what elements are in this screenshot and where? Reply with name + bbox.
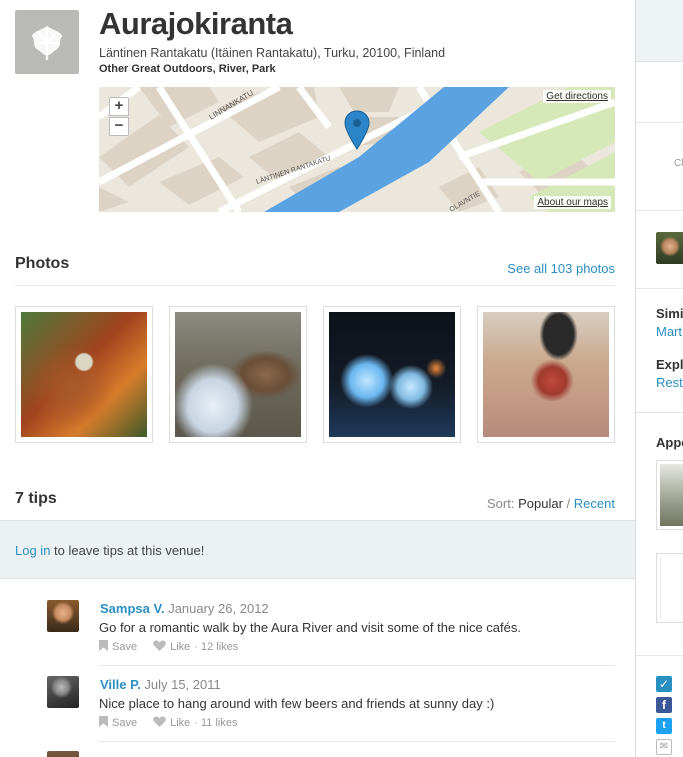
tip-author-link[interactable]: Ville P. <box>100 677 141 692</box>
divider <box>636 412 683 413</box>
sort-popular[interactable]: Popular <box>518 496 563 511</box>
tip-actions: Save Like · 11 likes <box>99 716 237 730</box>
sidebar-header <box>636 0 683 62</box>
list-thumbnail[interactable] <box>656 553 683 623</box>
explore-link[interactable]: Rest <box>656 375 683 390</box>
sidebar: Cl Simi Mart Expl Rest Appe ✓ f t ✉ <box>635 0 683 757</box>
tip-actions: Save Like · 12 likes <box>99 640 238 654</box>
appears-on-heading: Appe <box>656 435 683 450</box>
venue-title: Aurajokiranta <box>99 6 293 41</box>
divider <box>636 122 683 123</box>
sort-label: Sort: <box>487 496 515 511</box>
sort-separator: / <box>566 496 571 511</box>
avatar[interactable] <box>47 751 79 757</box>
venue-map[interactable]: LINNANKATU LÄNTINEN RANTAKATU OLAVNTIE +… <box>99 87 615 212</box>
divider <box>99 741 615 742</box>
see-all-photos-link[interactable]: See all 103 photos <box>507 261 615 276</box>
photo-thumbnail[interactable] <box>169 306 307 443</box>
photo-lanterns <box>329 312 455 437</box>
divider <box>636 288 683 289</box>
explore-heading: Expl <box>656 357 683 372</box>
about-maps-link[interactable]: About our maps <box>534 196 611 209</box>
venue-main: Aurajokiranta Läntinen Rantakatu (Itäine… <box>0 0 635 757</box>
like-count: · 12 likes <box>194 641 239 653</box>
login-link[interactable]: Log in <box>15 543 50 558</box>
sort-control: Sort: Popular / Recent <box>487 496 615 511</box>
similar-place-link[interactable]: Mart <box>656 324 682 339</box>
zoom-out-button[interactable]: − <box>109 117 129 136</box>
divider <box>636 210 683 211</box>
save-button[interactable]: Save <box>112 717 137 729</box>
tip-text: Go for a romantic walk by the Aura River… <box>99 620 521 635</box>
sort-recent-link[interactable]: Recent <box>574 496 615 511</box>
facebook-icon[interactable]: f <box>656 697 672 713</box>
photo-thumbnail[interactable] <box>323 306 461 443</box>
like-button[interactable]: Like <box>170 717 190 729</box>
venue-address: Läntinen Rantakatu (Itäinen Rantakatu), … <box>99 46 446 60</box>
email-icon[interactable]: ✉ <box>656 739 672 755</box>
avatar[interactable] <box>656 232 683 264</box>
list-thumbnail[interactable] <box>656 460 683 530</box>
login-prompt-text: to leave tips at this venue! <box>54 543 205 558</box>
tip-date: January 26, 2012 <box>168 601 269 616</box>
sidebar-small-text: Cl <box>674 158 683 169</box>
zoom-in-button[interactable]: + <box>109 97 129 116</box>
heart-icon[interactable] <box>153 716 166 730</box>
tip-date: July 15, 2011 <box>144 677 221 692</box>
divider <box>99 665 615 666</box>
avatar[interactable] <box>47 676 79 708</box>
photo-dog <box>175 312 301 437</box>
bookmark-icon[interactable] <box>99 716 108 730</box>
get-directions-link[interactable]: Get directions <box>543 90 611 103</box>
login-prompt: Log in to leave tips at this venue! <box>0 520 635 579</box>
foursquare-icon[interactable]: ✓ <box>656 676 672 692</box>
save-button[interactable]: Save <box>112 641 137 653</box>
leaf-icon <box>15 10 79 74</box>
similar-places-heading: Simi <box>656 306 683 321</box>
tip-text: Nice place to hang around with few beers… <box>99 696 495 711</box>
like-button[interactable]: Like <box>170 641 190 653</box>
heart-icon[interactable] <box>153 640 166 654</box>
tips-heading: 7 tips <box>15 490 57 507</box>
twitter-icon[interactable]: t <box>656 718 672 734</box>
tip-author-link[interactable]: Sampsa V. <box>100 601 165 616</box>
photo-thumbnail[interactable] <box>15 306 153 443</box>
bookmark-icon[interactable] <box>99 640 108 654</box>
venue-categories: Other Great Outdoors, River, Park <box>99 63 276 75</box>
photo-umbrella <box>483 312 609 437</box>
like-count: · 11 likes <box>194 717 238 729</box>
avatar[interactable] <box>47 600 79 632</box>
photo-tree <box>21 312 147 437</box>
divider <box>636 655 683 656</box>
photo-thumbnail[interactable] <box>477 306 615 443</box>
photos-heading: Photos <box>15 255 70 272</box>
divider <box>15 285 615 286</box>
